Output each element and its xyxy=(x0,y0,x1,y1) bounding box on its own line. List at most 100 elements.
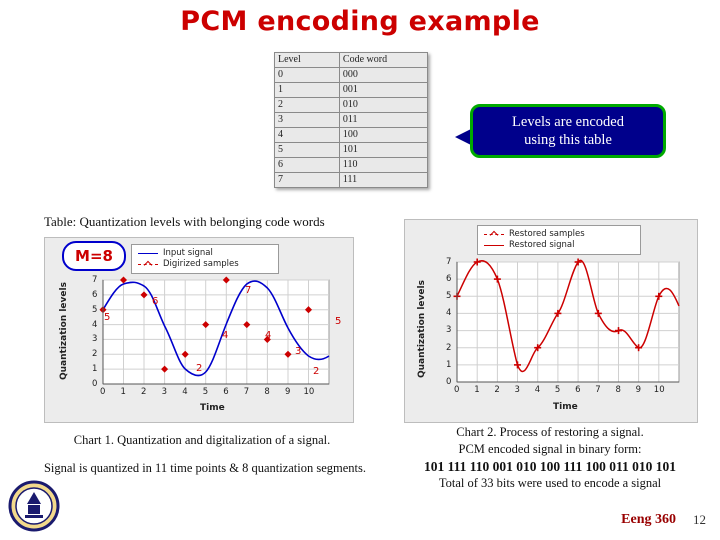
y-tick: 4 xyxy=(92,320,98,330)
y-tick: 1 xyxy=(446,360,452,370)
cell-codeword: 011 xyxy=(338,112,429,128)
y-tick: 1 xyxy=(92,364,98,374)
x-tick: 6 xyxy=(575,385,581,395)
cell-level: 5 xyxy=(274,142,340,158)
chart-2-caption-line-3: Total of 33 bits were used to encode a s… xyxy=(438,476,662,490)
x-tick: 8 xyxy=(264,387,270,397)
legend-label: Digirized samples xyxy=(163,259,239,269)
cell-codeword: 010 xyxy=(338,97,429,113)
cell-level: 6 xyxy=(274,157,340,173)
x-tick: 3 xyxy=(161,387,168,397)
chart-2-caption-line-2: PCM encoded signal in binary form: xyxy=(458,442,642,456)
cell-level: 7 xyxy=(274,172,340,188)
y-tick: 6 xyxy=(92,290,98,300)
x-tick: 1 xyxy=(120,387,126,397)
cell-level: 2 xyxy=(274,97,340,113)
y-tick: 2 xyxy=(92,349,98,359)
sample-annotation: 4 xyxy=(222,330,229,341)
x-tick: 4 xyxy=(534,385,541,395)
cell-codeword: 000 xyxy=(338,67,429,83)
x-tick: 5 xyxy=(554,385,561,395)
x-tick: 7 xyxy=(243,387,250,397)
table-row: 7 111 xyxy=(274,172,429,188)
cell-codeword: 001 xyxy=(338,82,429,98)
x-tick: 8 xyxy=(615,385,621,395)
y-tick: 4 xyxy=(446,308,452,318)
sample-annotation: 3 xyxy=(295,346,302,357)
table-row: 0 000 xyxy=(274,67,429,83)
table-caption: Table: Quantization levels with belongin… xyxy=(44,214,325,229)
y-tick: 0 xyxy=(92,379,98,389)
column-header-level: Level xyxy=(274,52,340,68)
sample-annotation: 7 xyxy=(245,285,252,296)
chart-2-caption-line-1: Chart 2. Process of restoring a signal. xyxy=(456,425,644,439)
y-tick: 2 xyxy=(446,343,452,353)
x-tick: 6 xyxy=(223,387,229,397)
column-header-codeword: Code word xyxy=(338,52,429,68)
chart-2-panel: Restored samples Restored signal Quantiz… xyxy=(404,219,698,423)
table-row: 6 110 xyxy=(274,157,429,173)
cell-codeword: 110 xyxy=(338,157,429,173)
y-tick: 3 xyxy=(92,334,98,344)
legend-label: Restored samples xyxy=(509,229,585,239)
legend-swatch-line-icon xyxy=(138,253,158,254)
university-logo-icon xyxy=(8,480,60,532)
x-tick: 0 xyxy=(100,387,106,397)
footer-course-label: Eeng 360 xyxy=(621,512,676,527)
x-tick: 7 xyxy=(595,385,601,395)
sample-annotation: 5 xyxy=(104,312,111,323)
sample-annotation: 2 xyxy=(196,363,203,374)
chart-1-legend: Input signal Digirized samples xyxy=(131,244,279,274)
page-number: 12 xyxy=(693,512,706,527)
table-row: 2 010 xyxy=(274,97,429,113)
chart-1-y-axis-label: Quantization levels xyxy=(59,282,69,380)
legend-swatch-line-icon xyxy=(484,245,504,246)
y-tick: 0 xyxy=(446,377,452,387)
x-tick: 4 xyxy=(182,387,188,397)
cell-level: 0 xyxy=(274,67,340,83)
cell-codeword: 100 xyxy=(338,127,429,143)
x-tick: 0 xyxy=(454,385,460,395)
slide-root: PCM encoding example Level Code word 0 0… xyxy=(0,0,720,540)
cell-level: 3 xyxy=(274,112,340,128)
y-tick: 3 xyxy=(446,325,452,335)
chart-2-caption: Chart 2. Process of restoring a signal. … xyxy=(404,424,696,492)
chart-1-caption: Chart 1. Quantization and digitalization… xyxy=(73,433,331,447)
chart-2-encoded-bits: 101 111 110 001 010 100 111 100 011 010 … xyxy=(423,459,677,474)
table-row: 3 011 xyxy=(274,112,429,128)
table-row: 4 100 xyxy=(274,127,429,143)
cell-codeword: 101 xyxy=(338,142,429,158)
chart-2-x-axis-label: Time xyxy=(553,402,578,412)
table-header-row: Level Code word xyxy=(274,52,429,68)
x-tick: 3 xyxy=(514,385,520,395)
m-value-badge: M=8 xyxy=(62,241,126,271)
legend-swatch-marker-icon xyxy=(138,264,158,265)
callout-line-1: Levels are encoded xyxy=(512,114,624,130)
legend-label: Restored signal xyxy=(509,240,575,250)
legend-item-digitized-samples: Digirized samples xyxy=(138,259,272,270)
x-tick: 9 xyxy=(285,387,291,397)
legend-label: Input signal xyxy=(163,248,213,258)
cell-codeword: 111 xyxy=(338,172,429,188)
callout-box: Levels are encoded using this table xyxy=(470,104,666,158)
y-tick: 6 xyxy=(446,274,452,284)
legend-item-restored-signal: Restored signal xyxy=(484,240,634,251)
x-tick: 5 xyxy=(202,387,209,397)
cell-level: 4 xyxy=(274,127,340,143)
legend-item-restored-samples: Restored samples xyxy=(484,229,634,240)
table-row: 1 001 xyxy=(274,82,429,98)
cell-level: 1 xyxy=(274,82,340,98)
y-tick: 5 xyxy=(446,291,452,301)
x-tick: 10 xyxy=(303,387,315,397)
chart-1-caption-detail: Signal is quantized in 11 time points & … xyxy=(43,461,367,475)
chart-2-legend: Restored samples Restored signal xyxy=(477,225,641,255)
sample-annotation: 5 xyxy=(335,316,342,327)
sample-annotation: 6 xyxy=(152,296,159,307)
x-tick: 2 xyxy=(494,385,500,395)
legend-item-input-signal: Input signal xyxy=(138,248,272,259)
x-tick: 10 xyxy=(653,385,665,395)
legend-swatch-marker-icon xyxy=(484,234,504,235)
sample-annotation: 4 xyxy=(265,330,272,341)
y-tick: 5 xyxy=(92,305,98,315)
chart-2-y-axis-label: Quantization levels xyxy=(417,280,427,378)
